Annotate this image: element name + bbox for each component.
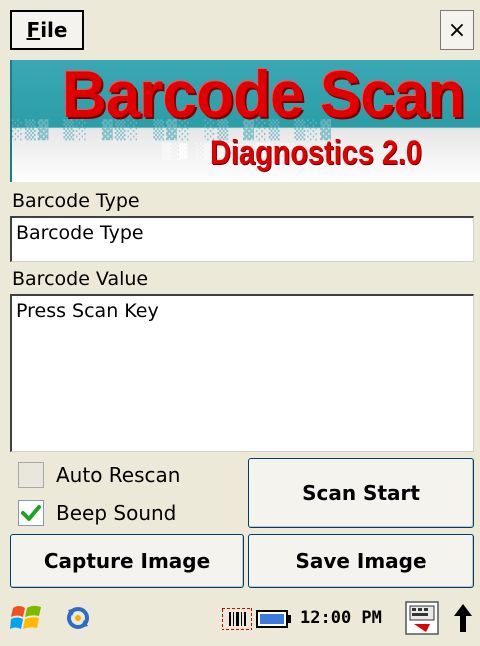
capture-image-label: Capture Image xyxy=(43,549,211,573)
sync-icon[interactable] xyxy=(62,604,94,632)
checkmark-icon xyxy=(21,505,41,521)
beep-sound-label: Beep Sound xyxy=(56,501,177,525)
banner-title: Barcode Scan xyxy=(62,60,465,131)
file-menu-label: ile xyxy=(40,18,68,42)
keyboard-icon[interactable] xyxy=(404,600,440,636)
barcode-icon[interactable] xyxy=(222,608,252,630)
clock[interactable]: 12:00 PM xyxy=(300,608,382,628)
barcode-value-textarea[interactable]: Press Scan Key xyxy=(10,294,474,452)
banner-subtitle: Diagnostics 2.0 xyxy=(210,134,423,172)
capture-image-button[interactable]: Capture Image xyxy=(10,534,244,588)
arrow-up-icon[interactable] xyxy=(452,602,474,634)
beep-sound-option[interactable]: Beep Sound xyxy=(18,500,176,526)
app-banner: ░▒▓ ▒░ ▓▒░ ▒▓░ ░▒ ▓░▒ ▒░▓ ▒░▓ ░▒ ▓▒ ░▓▒ … xyxy=(10,60,480,182)
auto-rescan-checkbox[interactable] xyxy=(18,462,44,488)
auto-rescan-option[interactable]: Auto Rescan xyxy=(18,462,180,488)
taskbar: 12:00 PM xyxy=(0,590,480,646)
save-image-label: Save Image xyxy=(295,549,427,573)
close-icon: × xyxy=(447,17,467,43)
barcode-value-text: Press Scan Key xyxy=(16,300,159,322)
close-button[interactable]: × xyxy=(440,10,474,50)
menu-bar: File × xyxy=(0,0,480,58)
scan-start-button[interactable]: Scan Start xyxy=(248,458,474,528)
file-menu-accel: F xyxy=(26,18,41,42)
file-menu-button[interactable]: File xyxy=(10,10,84,50)
barcode-type-value: Barcode Type xyxy=(16,222,144,244)
save-image-button[interactable]: Save Image xyxy=(248,534,474,588)
scan-start-label: Scan Start xyxy=(302,481,420,505)
beep-sound-checkbox[interactable] xyxy=(18,500,44,526)
auto-rescan-label: Auto Rescan xyxy=(56,463,181,487)
barcode-type-field[interactable]: Barcode Type xyxy=(10,216,474,262)
windows-logo-icon[interactable] xyxy=(10,602,44,634)
barcode-type-label: Barcode Type xyxy=(12,190,140,212)
barcode-value-label: Barcode Value xyxy=(12,268,149,290)
battery-icon[interactable] xyxy=(256,610,292,628)
